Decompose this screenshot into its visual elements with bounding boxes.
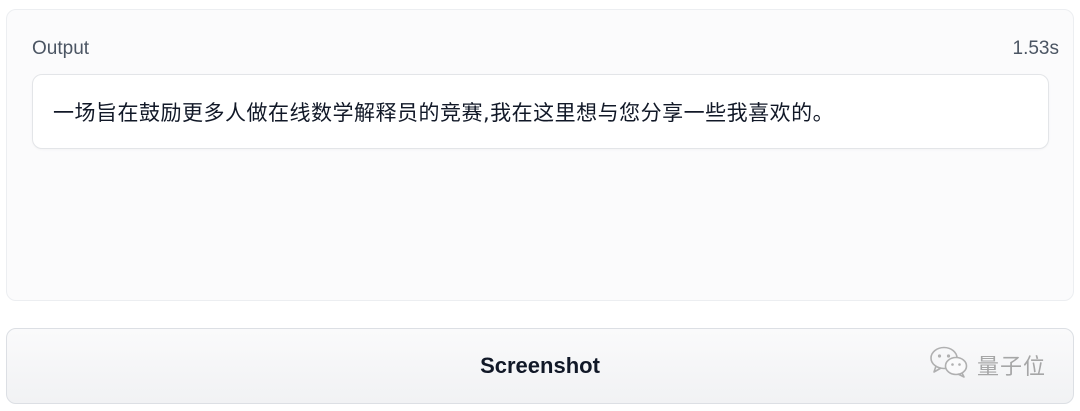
output-label: Output <box>32 38 90 59</box>
watermark: 量子位 <box>929 345 1046 384</box>
output-time: 1.53s <box>1012 38 1059 59</box>
output-panel: Output 1.53s 一场旨在鼓励更多人做在线数学解释员的竞赛,我在这里想与… <box>6 9 1074 301</box>
wechat-icon <box>929 345 969 384</box>
output-textbox[interactable]: 一场旨在鼓励更多人做在线数学解释员的竞赛,我在这里想与您分享一些我喜欢的。 <box>32 74 1049 149</box>
watermark-text: 量子位 <box>976 354 1046 380</box>
output-text: 一场旨在鼓励更多人做在线数学解释员的竞赛,我在这里想与您分享一些我喜欢的。 <box>53 101 835 125</box>
screenshot-button-label: Screenshot <box>480 353 600 378</box>
screenshot-button[interactable]: Screenshot <box>6 328 1074 404</box>
